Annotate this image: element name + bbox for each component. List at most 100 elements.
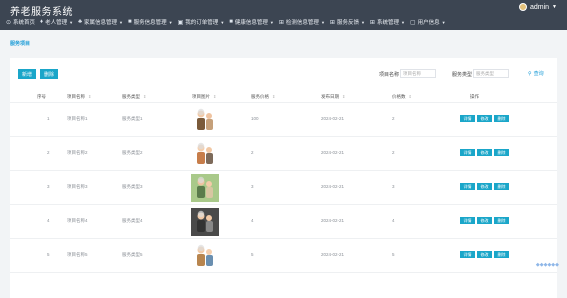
project-name-label: 项目名称 xyxy=(379,72,400,78)
chevron-down-icon: ▼ xyxy=(269,19,274,25)
detail-button[interactable]: 详情 xyxy=(460,217,475,224)
content-card: 新增 删除 项目名称 项目名称 服务类型 服务类型 ⚲ 查询 序号 项目名称 ⇕ 服务… xyxy=(10,58,557,298)
row-delete-button[interactable]: 删除 xyxy=(494,183,509,190)
watermark: ◆◆◆◆◆◆ xyxy=(535,262,559,268)
window-icon: ▢ xyxy=(409,19,416,26)
column-header[interactable]: 服务价格 xyxy=(251,94,269,100)
grid-icon: ⊞ xyxy=(278,19,284,26)
table-row: 3 项目名称3 服务类型3 3 2024-02-21 3 详情 修改 删除 xyxy=(10,171,557,205)
order-icon: ▣ xyxy=(177,19,184,26)
column-header[interactable]: 服务类型 xyxy=(122,94,140,100)
cell-date: 2024-02-21 xyxy=(321,218,345,223)
cell-name: 项目名称5 xyxy=(67,252,88,257)
cell-index: 1 xyxy=(47,116,50,121)
cell-count: 2 xyxy=(392,116,395,121)
cell-type: 服务类型1 xyxy=(122,116,143,121)
grid-icon: ⊞ xyxy=(329,19,335,26)
detail-button[interactable]: 详情 xyxy=(460,149,475,156)
nav-item-label: 服务反馈 xyxy=(336,20,359,26)
cell-index: 3 xyxy=(47,184,50,189)
project-name-input[interactable]: 项目名称 xyxy=(400,69,436,78)
table-row: 4 项目名称4 服务类型4 4 2024-02-21 4 详情 修改 删除 xyxy=(10,205,557,239)
sort-icon[interactable]: ⇕ xyxy=(213,94,216,99)
sort-icon[interactable]: ⇕ xyxy=(409,94,412,99)
edit-button[interactable]: 修改 xyxy=(477,115,492,122)
cell-date: 2024-02-21 xyxy=(321,184,345,189)
nav-item-1[interactable]: ♦ 老人管理 ▼ xyxy=(40,18,73,26)
edit-button[interactable]: 修改 xyxy=(477,149,492,156)
row-delete-button[interactable]: 删除 xyxy=(494,217,509,224)
row-delete-button[interactable]: 删除 xyxy=(494,149,509,156)
family-icon: ♣ xyxy=(78,19,83,25)
nav-item-0[interactable]: ⊙ 系统首页 xyxy=(6,18,35,27)
nav-item-5[interactable]: ■ 健康信息管理 ▼ xyxy=(229,18,274,26)
delete-button[interactable]: 删除 xyxy=(40,69,58,79)
nav-item-label: 老人管理 xyxy=(45,20,68,26)
column-header[interactable]: 发布日期 xyxy=(321,94,339,100)
chevron-down-icon: ▼ xyxy=(119,19,124,25)
column-header[interactable]: 项目图片 xyxy=(192,94,210,100)
table-header: 序号 项目名称 ⇕ 服务类型 ⇕ 项目图片 ⇕ 服务价格 ⇕ 发布日期 ⇕ 价格数 ⇕ 操作 xyxy=(10,91,557,103)
chevron-down-icon: ▼ xyxy=(441,19,446,25)
cell-type: 服务类型3 xyxy=(122,184,143,189)
avatar xyxy=(518,3,527,11)
nav-item-9[interactable]: ▢ 用户信息 ▼ xyxy=(409,18,446,27)
table-row: 1 项目名称1 服务类型1 100 2024-02-21 2 详情 修改 删除 xyxy=(10,103,557,137)
row-actions: 详情 修改 删除 xyxy=(460,115,509,122)
edit-button[interactable]: 修改 xyxy=(477,183,492,190)
cell-price: 2 xyxy=(251,150,254,155)
cell-type: 服务类型5 xyxy=(122,252,143,257)
row-actions: 详情 修改 删除 xyxy=(460,217,509,224)
project-photo xyxy=(191,174,219,202)
cell-type: 服务类型2 xyxy=(122,150,143,155)
cell-name: 项目名称3 xyxy=(67,184,88,189)
project-photo xyxy=(191,140,219,168)
nav-item-8[interactable]: ⊞ 系统管理 ▼ xyxy=(369,18,405,27)
breadcrumb: 服务项目 xyxy=(10,41,31,47)
sort-icon[interactable]: ⇕ xyxy=(342,94,345,99)
sort-icon[interactable]: ⇕ xyxy=(272,94,275,99)
nav-item-label: 服务信息管理 xyxy=(133,20,167,26)
project-photo xyxy=(191,106,219,134)
search-icon: ⚲ xyxy=(528,70,532,77)
sort-icon[interactable]: ⇕ xyxy=(88,94,91,99)
nav-item-label: 家属信息管理 xyxy=(84,20,118,26)
nav-item-3[interactable]: ■ 服务信息管理 ▼ xyxy=(128,18,173,26)
detail-button[interactable]: 详情 xyxy=(460,251,475,258)
detail-button[interactable]: 详情 xyxy=(460,183,475,190)
user-icon: ♦ xyxy=(40,19,44,25)
search-button[interactable]: ⚲ 查询 xyxy=(528,70,544,78)
nav-item-label: 系统管理 xyxy=(376,20,399,26)
nav-item-6[interactable]: ⊞ 检测信息管理 ▼ xyxy=(278,18,325,27)
nav-item-4[interactable]: ▣ 我的订单管理 ▼ xyxy=(177,18,225,27)
main-nav: ⊙ 系统首页 ♦ 老人管理 ▼ ♣ 家属信息管理 ▼ ■ 服务信息管理 ▼ ▣ 我的订单管理 ▼ ■ 健康信息… xyxy=(0,15,567,29)
cell-count: 3 xyxy=(392,184,395,189)
user-menu[interactable]: admin ▼ xyxy=(518,3,557,11)
table-row: 5 项目名称5 服务类型5 5 2024-02-21 5 详情 修改 删除 xyxy=(10,239,557,273)
chevron-down-icon: ▼ xyxy=(220,19,225,25)
chevron-down-icon: ▼ xyxy=(552,4,557,10)
top-bar: 养老服务系统 admin ▼ ⊙ 系统首页 ♦ 老人管理 ▼ ♣ 家属信息管理 ▼ ■ 服务信息管… xyxy=(0,0,567,30)
cell-name: 项目名称2 xyxy=(67,150,88,155)
column-header[interactable]: 项目名称 xyxy=(67,94,85,100)
grid-icon: ⊞ xyxy=(369,19,375,26)
cell-date: 2024-02-21 xyxy=(321,252,345,257)
add-button[interactable]: 新增 xyxy=(18,69,36,79)
edit-button[interactable]: 修改 xyxy=(477,217,492,224)
home-icon: ⊙ xyxy=(6,19,12,26)
cell-index: 5 xyxy=(47,252,50,257)
detail-button[interactable]: 详情 xyxy=(460,115,475,122)
service-type-input[interactable]: 服务类型 xyxy=(473,69,509,78)
row-delete-button[interactable]: 删除 xyxy=(494,251,509,258)
row-delete-button[interactable]: 删除 xyxy=(494,115,509,122)
column-header[interactable]: 价格数 xyxy=(392,94,406,100)
nav-item-2[interactable]: ♣ 家属信息管理 ▼ xyxy=(78,18,123,26)
nav-item-label: 用户信息 xyxy=(417,20,440,26)
column-header[interactable]: 序号 xyxy=(37,94,46,100)
edit-button[interactable]: 修改 xyxy=(477,251,492,258)
chevron-down-icon: ▼ xyxy=(360,19,365,25)
chevron-down-icon: ▼ xyxy=(400,19,405,25)
cell-price: 4 xyxy=(251,218,254,223)
sort-icon[interactable]: ⇕ xyxy=(143,94,146,99)
nav-item-7[interactable]: ⊞ 服务反馈 ▼ xyxy=(329,18,365,27)
